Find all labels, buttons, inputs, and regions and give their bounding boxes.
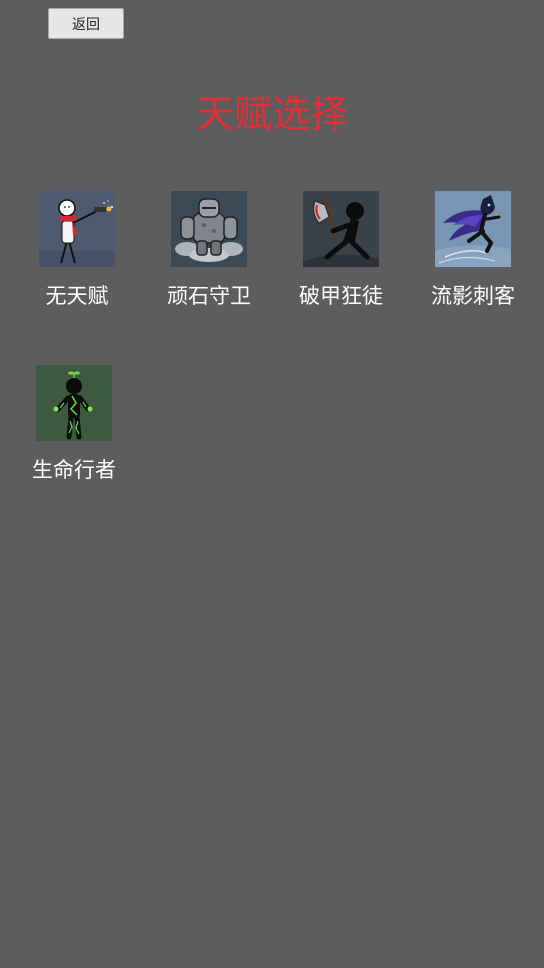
talent-select-screen: 返回 天赋选择 无天赋 顽石守卫 破甲狂徒 流影刺客 生命行者 bbox=[0, 0, 544, 968]
stickman-gunner-icon bbox=[39, 191, 115, 267]
stone-golem-icon bbox=[171, 191, 247, 267]
talent-label: 顽石守卫 bbox=[167, 284, 251, 308]
talent-label: 生命行者 bbox=[32, 458, 116, 482]
shadow-assassin-icon bbox=[435, 191, 511, 267]
axe-berserker-icon bbox=[303, 191, 379, 267]
back-button[interactable]: 返回 bbox=[48, 8, 124, 39]
life-walker-icon bbox=[36, 365, 112, 441]
page-title: 天赋选择 bbox=[195, 92, 348, 136]
talent-label: 破甲狂徒 bbox=[299, 284, 383, 308]
talent-label: 无天赋 bbox=[45, 284, 109, 308]
talent-label: 流影刺客 bbox=[431, 284, 515, 308]
